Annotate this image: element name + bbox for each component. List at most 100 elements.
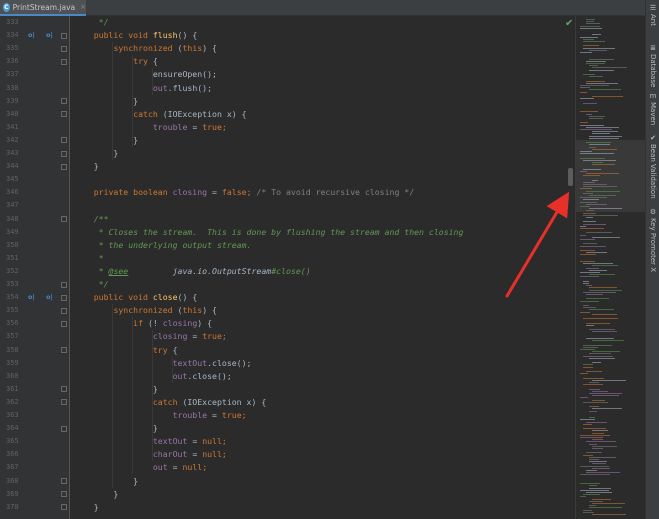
code-line: * @see java.io.OutputStream#close() bbox=[74, 265, 311, 278]
minimap-line bbox=[580, 25, 600, 27]
implements-marker-icon[interactable]: o| bbox=[28, 29, 35, 42]
line-number: 352 bbox=[6, 266, 19, 275]
minimap-line bbox=[586, 23, 600, 25]
minimap-line bbox=[592, 265, 618, 267]
line-number: 348 bbox=[6, 214, 19, 223]
code-token: { bbox=[152, 56, 158, 67]
code-token: ; bbox=[221, 121, 227, 132]
minimap-line bbox=[580, 201, 597, 203]
minimap-line bbox=[592, 67, 627, 69]
fold-marker[interactable] bbox=[61, 281, 67, 288]
line-number: 333 bbox=[6, 18, 19, 26]
code-token: null bbox=[202, 449, 222, 460]
fold-marker[interactable] bbox=[61, 399, 67, 406]
line-number: 357 bbox=[6, 332, 19, 341]
fold-marker[interactable] bbox=[61, 386, 67, 393]
fold-marker[interactable] bbox=[61, 98, 67, 105]
minimap-line bbox=[583, 45, 599, 47]
code-token: ; bbox=[246, 187, 257, 198]
fold-marker[interactable] bbox=[61, 150, 67, 157]
fold-marker[interactable] bbox=[61, 45, 67, 52]
fold-marker[interactable] bbox=[61, 491, 67, 498]
minimap-line bbox=[586, 80, 605, 82]
tab-printstream-java[interactable]: C PrintStream.java × bbox=[0, 0, 86, 16]
line-number: 361 bbox=[6, 384, 19, 393]
minimap-line bbox=[586, 82, 618, 84]
code-line: try { bbox=[74, 55, 158, 68]
fold-marker[interactable] bbox=[61, 111, 67, 118]
fold-marker[interactable] bbox=[61, 32, 67, 39]
code-line: } bbox=[74, 160, 99, 173]
minimap-line bbox=[583, 355, 613, 357]
fold-marker[interactable] bbox=[61, 58, 67, 65]
minimap-line bbox=[592, 133, 610, 135]
code-token: () { bbox=[177, 30, 198, 41]
code-token: if bbox=[133, 318, 148, 329]
code-token: try bbox=[152, 344, 173, 355]
code-token: = bbox=[167, 462, 183, 473]
indent-guide bbox=[132, 55, 133, 147]
code-line: closing = true; bbox=[74, 330, 227, 343]
code-editor[interactable]: */ public void flush() { synchronized (t… bbox=[70, 16, 575, 519]
implements-marker-icon[interactable]: o| bbox=[28, 291, 35, 304]
close-icon[interactable]: × bbox=[80, 3, 86, 11]
tool-window-ant[interactable]: ☰ Ant bbox=[646, 4, 659, 26]
fold-marker[interactable] bbox=[61, 320, 67, 327]
minimap-line bbox=[589, 393, 622, 394]
minimap-line bbox=[586, 142, 611, 144]
fold-marker[interactable] bbox=[61, 425, 67, 432]
fold-marker[interactable] bbox=[61, 137, 67, 144]
code-token: catch bbox=[152, 396, 183, 407]
minimap-line bbox=[592, 236, 620, 238]
tool-window-database[interactable]: ≣ Database bbox=[646, 44, 659, 87]
tool-window-maven[interactable]: m Maven bbox=[646, 92, 659, 125]
fold-marker[interactable] bbox=[61, 216, 67, 222]
minimap-line bbox=[586, 217, 593, 218]
vertical-scrollbar[interactable] bbox=[568, 168, 573, 186]
fold-marker[interactable] bbox=[61, 307, 67, 314]
code-token: } bbox=[74, 161, 99, 172]
minimap-line bbox=[592, 514, 626, 515]
minimap-line bbox=[589, 505, 596, 507]
code-token: ; bbox=[221, 331, 227, 342]
minimap-line bbox=[580, 111, 598, 113]
override-marker-icon[interactable]: o| bbox=[46, 29, 53, 42]
minimap-line bbox=[580, 228, 604, 229]
minimap-line bbox=[586, 472, 620, 474]
minimap-line bbox=[583, 212, 596, 214]
minimap-line bbox=[586, 338, 614, 339]
fold-marker[interactable] bbox=[61, 163, 67, 170]
code-token: true bbox=[221, 410, 242, 420]
override-marker-icon[interactable]: o| bbox=[46, 291, 53, 304]
tool-window-bean-validation[interactable]: ✔ Bean Validation bbox=[646, 134, 659, 199]
code-token: textOut bbox=[172, 357, 208, 368]
fold-marker[interactable] bbox=[61, 504, 67, 511]
fold-marker[interactable] bbox=[61, 294, 67, 301]
line-number: 342 bbox=[6, 135, 19, 144]
fold-marker[interactable] bbox=[61, 347, 67, 353]
code-line: out.flush(); bbox=[74, 82, 212, 95]
tool-window-key-promoter[interactable]: ⚙ Key Promoter X bbox=[646, 208, 659, 272]
code-token: out bbox=[152, 462, 168, 473]
code-token: = bbox=[187, 331, 203, 342]
minimap-line bbox=[583, 377, 604, 379]
minimap-line bbox=[583, 346, 598, 348]
minimap-line bbox=[586, 294, 603, 295]
indent-guide bbox=[132, 317, 133, 475]
minimap-line bbox=[589, 76, 603, 78]
fold-marker[interactable] bbox=[61, 478, 67, 484]
tool-window-label: Bean Validation bbox=[649, 144, 657, 199]
minimap-line bbox=[589, 195, 616, 196]
code-minimap[interactable] bbox=[575, 16, 645, 519]
code-token: (! bbox=[147, 318, 163, 329]
inspection-ok-icon[interactable]: ✔ bbox=[565, 18, 573, 29]
minimap-line bbox=[583, 214, 618, 216]
line-number: 364 bbox=[6, 424, 19, 433]
minimap-line bbox=[589, 135, 622, 137]
minimap-line bbox=[592, 131, 618, 133]
